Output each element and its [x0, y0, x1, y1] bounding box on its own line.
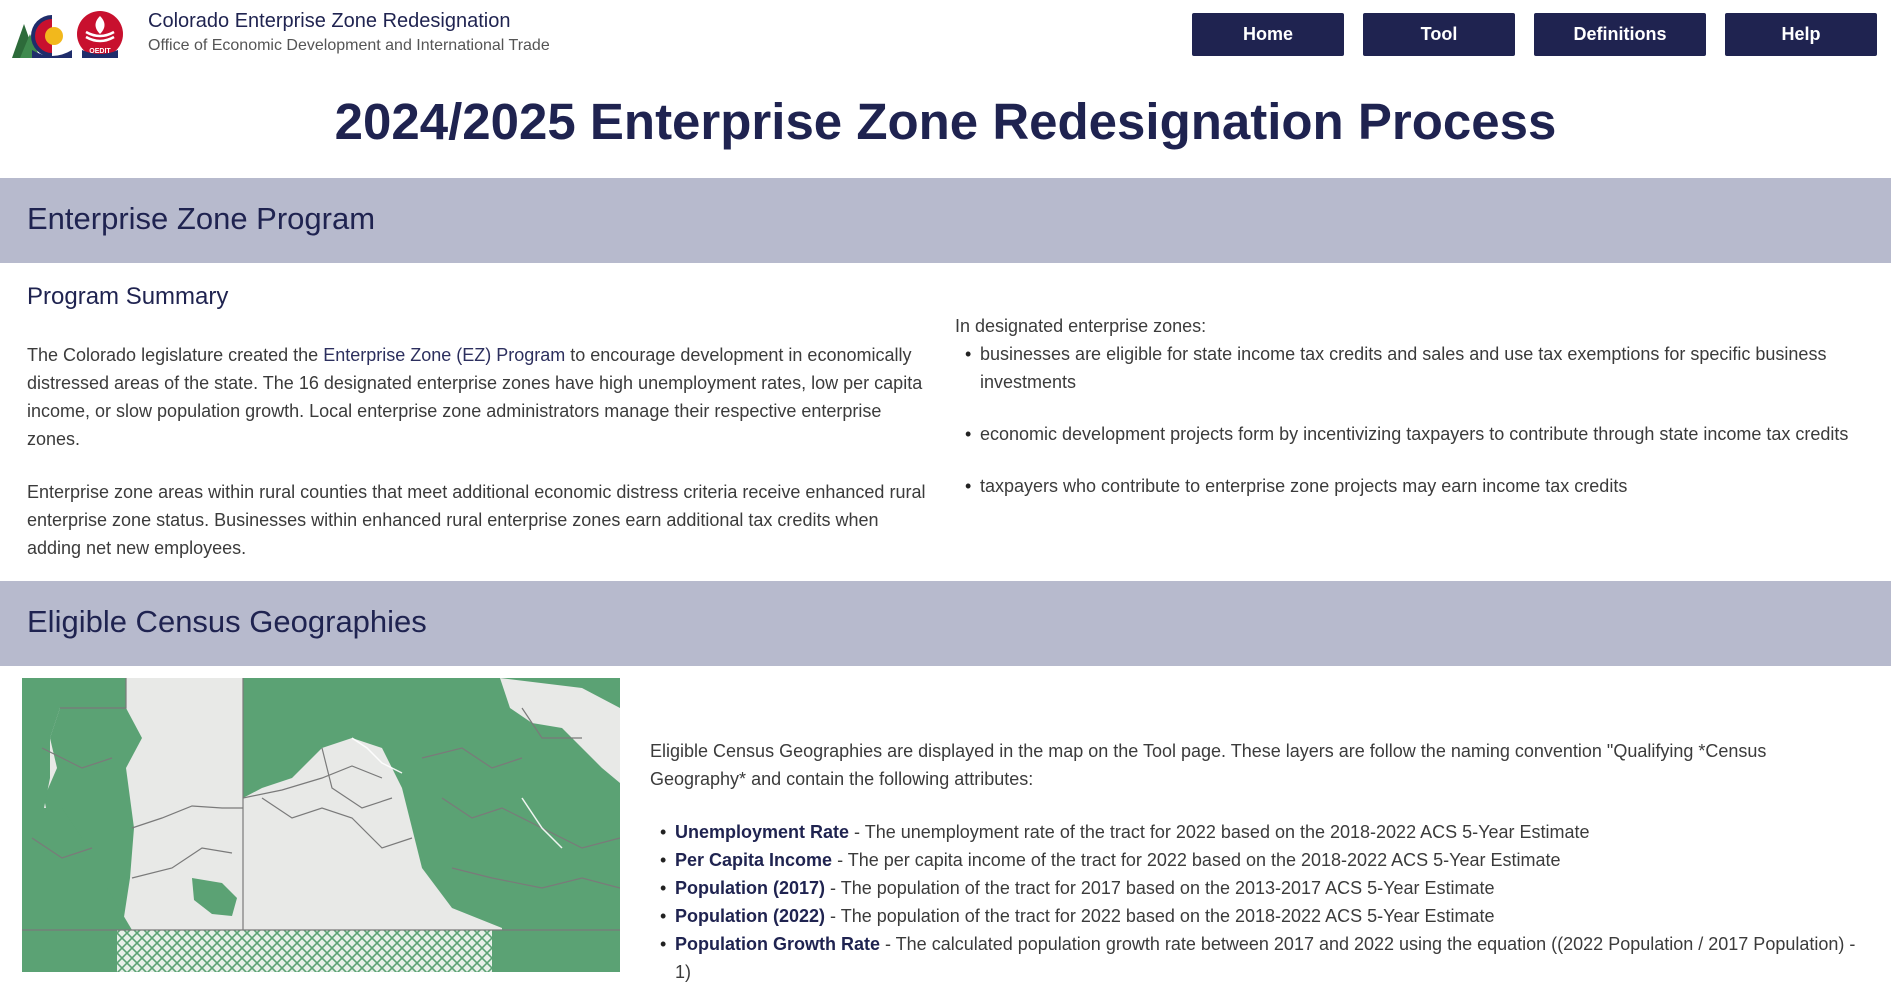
- section-heading-census: Eligible Census Geographies: [27, 604, 427, 639]
- census-attributes-list: Unemployment Rate - The unemployment rat…: [650, 818, 1860, 986]
- program-summary-heading: Program Summary: [27, 283, 229, 310]
- designated-zones-intro: In designated enterprise zones:: [955, 316, 1207, 336]
- oedit-logo-icon[interactable]: OEDIT: [76, 10, 124, 58]
- list-item: Per Capita Income - The per capita incom…: [650, 846, 1860, 874]
- list-item: Unemployment Rate - The unemployment rat…: [650, 818, 1860, 846]
- nav-definitions-button[interactable]: Definitions: [1534, 13, 1706, 56]
- census-map[interactable]: [22, 678, 620, 972]
- attribute-term: Population Growth Rate: [675, 934, 880, 954]
- site-subtitle: Office of Economic Development and Inter…: [148, 37, 550, 54]
- program-summary-paragraph-1: The Colorado legislature created the Ent…: [27, 341, 932, 453]
- attribute-term: Unemployment Rate: [675, 822, 850, 842]
- list-item: economic development projects form by in…: [955, 420, 1867, 448]
- attribute-term: Population (2022): [675, 906, 826, 926]
- attribute-description: - The population of the tract for 2017 b…: [825, 878, 1495, 898]
- attribute-description: - The unemployment rate of the tract for…: [849, 822, 1590, 842]
- designated-zones-list: businesses are eligible for state income…: [955, 340, 1867, 500]
- site-header: OEDIT Colorado Enterprise Zone Redesigna…: [0, 0, 1891, 72]
- census-map-graphic: [22, 678, 620, 972]
- attribute-description: - The per capita income of the tract for…: [832, 850, 1561, 870]
- nav-home-button[interactable]: Home: [1192, 13, 1344, 56]
- attribute-term: Per Capita Income: [675, 850, 833, 870]
- paragraph-text: The Colorado legislature created the: [27, 345, 324, 365]
- colorado-logo-icon[interactable]: [10, 10, 74, 60]
- list-item: businesses are eligible for state income…: [955, 340, 1867, 396]
- attribute-description: - The population of the tract for 2022 b…: [825, 906, 1495, 926]
- oedit-logo-text: OEDIT: [89, 48, 111, 55]
- section-heading-program: Enterprise Zone Program: [27, 201, 376, 236]
- ez-program-link[interactable]: Enterprise Zone (EZ) Program: [323, 345, 565, 365]
- page-title: 2024/2025 Enterprise Zone Redesignation …: [334, 93, 1557, 150]
- nav-help-button[interactable]: Help: [1725, 13, 1877, 56]
- list-item: taxpayers who contribute to enterprise z…: [955, 472, 1867, 500]
- list-item: Population (2017) - The population of th…: [650, 874, 1860, 902]
- census-intro-paragraph: Eligible Census Geographies are displaye…: [650, 741, 1767, 789]
- section-band-program: Enterprise Zone Program: [0, 178, 1891, 263]
- list-item: Population Growth Rate - The calculated …: [650, 930, 1860, 986]
- nav-tool-button[interactable]: Tool: [1363, 13, 1515, 56]
- list-item: Population (2022) - The population of th…: [650, 902, 1860, 930]
- program-summary-paragraph-2: Enterprise zone areas within rural count…: [27, 482, 926, 558]
- attribute-term: Population (2017): [675, 878, 826, 898]
- site-title: Colorado Enterprise Zone Redesignation: [148, 10, 511, 32]
- section-band-census: Eligible Census Geographies: [0, 581, 1891, 666]
